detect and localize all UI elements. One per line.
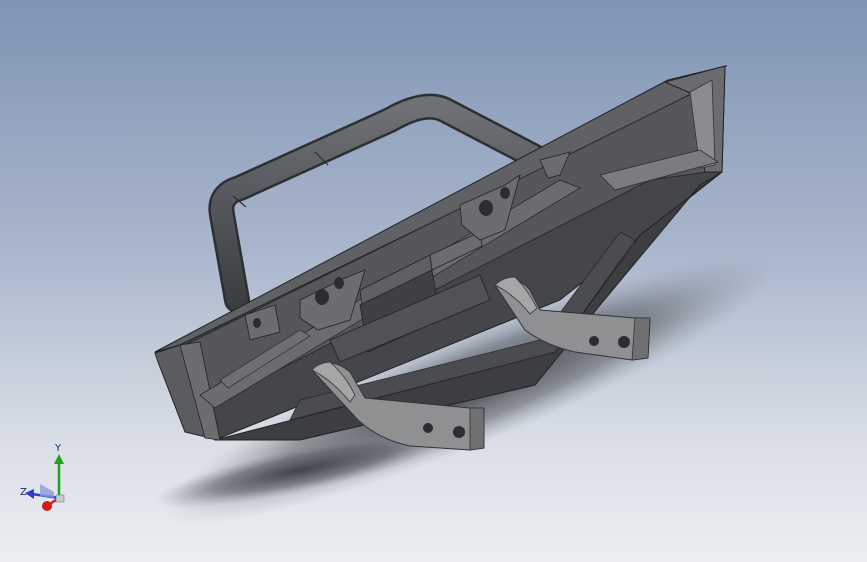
triad-z-axis: Z (20, 484, 60, 500)
triad-origin (55, 494, 65, 503)
triad-z-label: Z (20, 487, 27, 498)
bumper-model[interactable] (0, 0, 867, 562)
triad-y-label: Y (54, 443, 62, 454)
view-orientation-triad: Y Z (20, 443, 65, 511)
graphics-viewport[interactable]: Y Z (0, 0, 867, 562)
triad-y-axis: Y (54, 443, 64, 498)
